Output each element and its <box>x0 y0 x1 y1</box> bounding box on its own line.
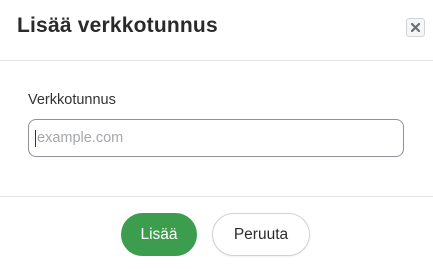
close-icon <box>411 23 420 32</box>
dialog-body: Verkkotunnus <box>0 62 433 196</box>
domain-input[interactable] <box>28 119 404 157</box>
add-button[interactable]: Lisää <box>121 213 197 256</box>
close-button[interactable] <box>406 18 425 37</box>
add-domain-dialog: Lisää verkkotunnus Verkkotunnus Lisää Pe… <box>0 0 433 269</box>
text-caret <box>35 130 36 147</box>
dialog-header: Lisää verkkotunnus <box>0 0 433 61</box>
dialog-footer: Lisää Peruuta <box>0 196 433 269</box>
domain-field-label: Verkkotunnus <box>28 92 116 108</box>
dialog-title: Lisää verkkotunnus <box>17 14 218 37</box>
cancel-button[interactable]: Peruuta <box>212 213 310 256</box>
